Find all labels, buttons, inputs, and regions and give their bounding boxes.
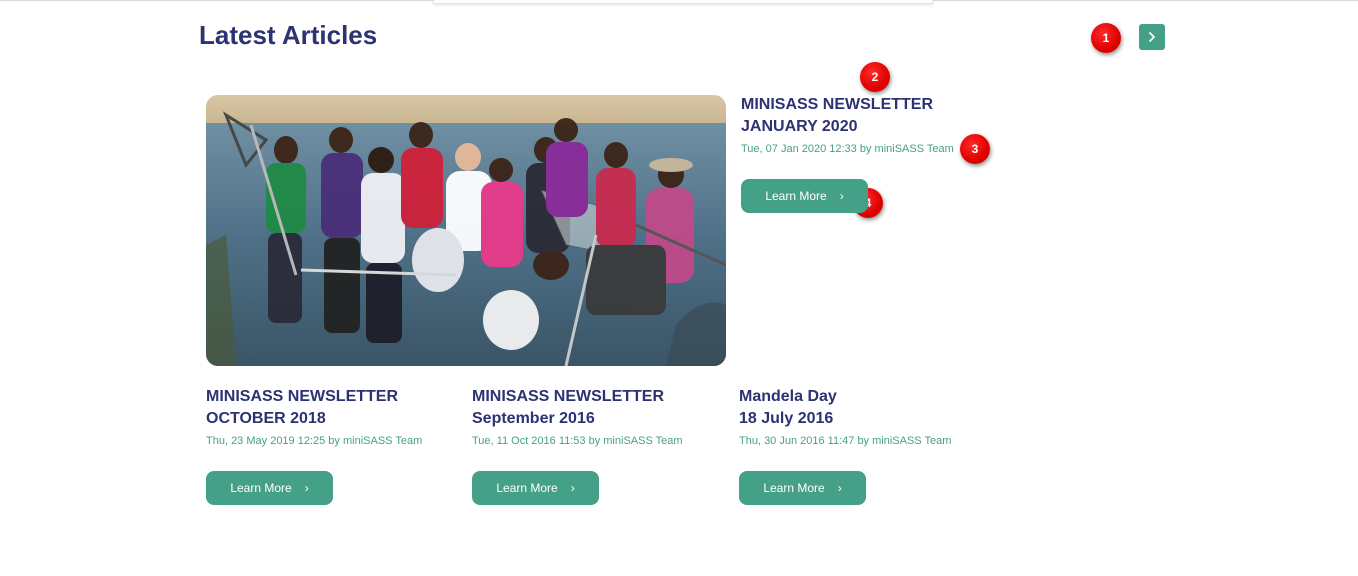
chevron-right-icon: › [837,481,842,495]
chevron-right-icon: › [570,481,575,495]
dropdown-edge [433,0,933,4]
article-title-line-1: MINISASS NEWSLETTER [206,388,399,405]
article-meta: Tue, 11 Oct 2016 11:53 by miniSASS Team [472,435,683,447]
featured-title-line-1: MINISASS NEWSLETTER [741,96,934,113]
learn-more-label: Learn More [496,481,558,495]
learn-more-label: Learn More [765,189,827,203]
featured-article-meta: Tue, 07 Jan 2020 12:33 by miniSASS Team [741,143,954,155]
annotation-marker-1: 1 [1091,23,1121,53]
article-title[interactable]: Mandela Day 18 July 2016 [739,386,837,430]
photo-group-river [206,95,726,366]
learn-more-button[interactable]: Learn More › [472,471,599,505]
annotation-marker-2: 2 [860,62,890,92]
learn-more-button[interactable]: Learn More › [206,471,333,505]
article-title-line-2: OCTOBER 2018 [206,410,326,427]
article-title-line-1: Mandela Day [739,388,837,405]
annotation-marker-3: 3 [960,134,990,164]
chevron-right-icon: › [304,481,309,495]
chevron-right-icon [1149,32,1155,42]
article-title-line-2: September 2016 [472,410,595,427]
section-title: Latest Articles [199,20,378,50]
learn-more-button[interactable]: Learn More › [739,471,866,505]
article-meta: Thu, 30 Jun 2016 11:47 by miniSASS Team [739,435,952,447]
article-title[interactable]: MINISASS NEWSLETTER September 2016 [472,386,664,430]
learn-more-label: Learn More [230,481,292,495]
article-title-line-1: MINISASS NEWSLETTER [472,388,665,405]
featured-article-image[interactable] [206,95,726,366]
chevron-right-icon: › [839,189,844,203]
article-title[interactable]: MINISASS NEWSLETTER OCTOBER 2018 [206,386,398,430]
featured-title-line-2: JANUARY 2020 [741,118,858,135]
featured-article-title[interactable]: MINISASS NEWSLETTER JANUARY 2020 [741,94,933,138]
featured-learn-more-button[interactable]: Learn More › [741,179,868,213]
article-title-line-2: 18 July 2016 [739,410,834,427]
article-meta: Thu, 23 May 2019 12:25 by miniSASS Team [206,435,423,447]
next-button[interactable] [1139,24,1165,50]
learn-more-label: Learn More [763,481,825,495]
